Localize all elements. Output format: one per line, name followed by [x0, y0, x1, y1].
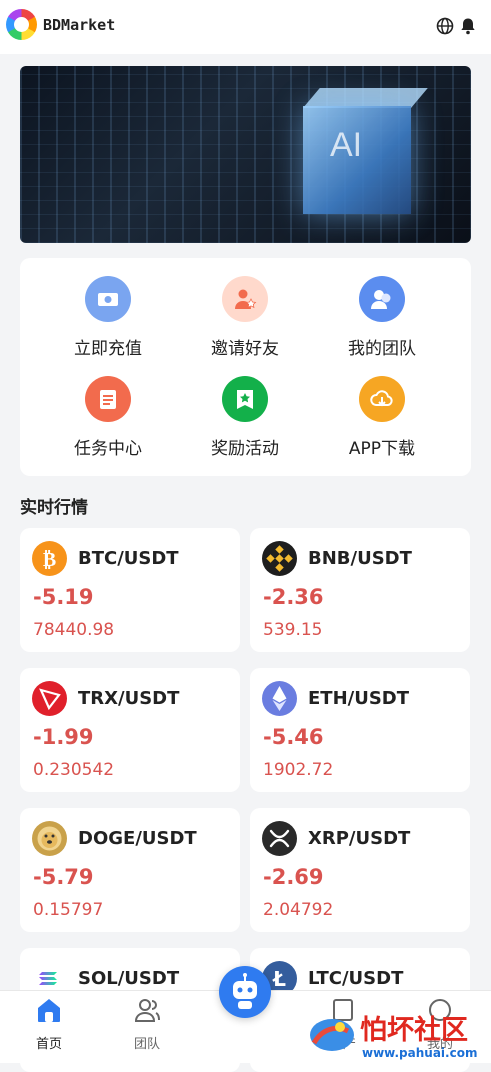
- team-tab-icon: [134, 999, 160, 1022]
- menu-label: 立即充值: [74, 339, 142, 359]
- price-change: -5.19: [33, 585, 94, 609]
- price-change: -2.69: [263, 865, 324, 889]
- invite-icon: [222, 276, 268, 322]
- tab-label: 团队: [133, 1037, 160, 1052]
- svg-text:₿: ₿: [43, 547, 56, 571]
- svg-text:www.pahuai.com: www.pahuai.com: [362, 1046, 477, 1060]
- brand-logo: [6, 9, 37, 40]
- market-card-bnb[interactable]: BNB/USDT -2.36 539.15: [250, 528, 470, 652]
- menu-item-invite[interactable]: 邀请好友: [170, 276, 320, 359]
- menu-item-team[interactable]: 我的团队: [307, 276, 457, 359]
- last-price: 539.15: [263, 620, 323, 640]
- quick-menu: 立即充值 邀请好友 我的团队 任务中心 奖励活动 APP下载: [20, 258, 471, 476]
- doge-icon: [32, 821, 67, 856]
- market-card-trx[interactable]: TRX/USDT -1.99 0.230542: [20, 668, 240, 792]
- pair-name: SOL/USDT: [78, 968, 180, 989]
- top-header: BDMarket: [0, 0, 491, 54]
- last-price: 1902.72: [263, 760, 334, 780]
- menu-label: 任务中心: [74, 439, 142, 459]
- watermark-logo: 怕坏社区 www.pahuai.com: [310, 1014, 477, 1060]
- banner-cube-text: AI: [330, 126, 363, 164]
- tab-label: 首页: [35, 1037, 62, 1052]
- market-card-btc[interactable]: ₿ BTC/USDT -5.19 78440.98: [20, 528, 240, 652]
- menu-label: APP下载: [348, 439, 416, 459]
- eth-icon: [262, 681, 297, 716]
- tab-team[interactable]: 团队: [107, 997, 187, 1052]
- svg-text:怕坏社区: 怕坏社区: [360, 1014, 468, 1046]
- reward-icon: [222, 376, 268, 422]
- menu-item-task-center[interactable]: 任务中心: [33, 376, 183, 459]
- menu-label: 邀请好友: [211, 339, 279, 359]
- menu-label: 我的团队: [348, 339, 416, 359]
- robot-icon: [233, 973, 257, 1009]
- menu-item-deposit[interactable]: 立即充值: [33, 276, 183, 359]
- market-section-title: 实时行情: [20, 498, 88, 518]
- last-price: 0.230542: [33, 760, 115, 780]
- promo-banner[interactable]: AI: [20, 66, 471, 243]
- download-icon: [359, 376, 405, 422]
- btc-icon: ₿: [32, 541, 67, 576]
- robot-assistant-button[interactable]: [219, 966, 271, 1018]
- last-price: 78440.98: [33, 620, 115, 640]
- pair-name: ETH/USDT: [308, 688, 410, 709]
- market-card-xrp[interactable]: XRP/USDT -2.69 2.04792: [250, 808, 470, 932]
- home-icon: [38, 999, 60, 1022]
- deposit-icon: [85, 276, 131, 322]
- pair-name: XRP/USDT: [308, 828, 411, 849]
- banner-cube-top: [303, 88, 428, 108]
- price-change: -1.99: [33, 725, 94, 749]
- menu-label: 奖励活动: [211, 439, 279, 459]
- last-price: 0.15797: [33, 900, 104, 920]
- team-icon: [359, 276, 405, 322]
- trx-icon: [32, 681, 67, 716]
- bnb-icon: [262, 541, 297, 576]
- tab-home[interactable]: 首页: [9, 997, 89, 1052]
- task-icon: [85, 376, 131, 422]
- brand-name: BDMarket: [43, 16, 116, 34]
- pair-name: BTC/USDT: [78, 548, 179, 569]
- price-change: -5.46: [263, 725, 324, 749]
- pair-name: LTC/USDT: [308, 968, 404, 989]
- svg-text:Ł: Ł: [272, 967, 286, 991]
- bell-icon[interactable]: [459, 17, 477, 35]
- pair-name: BNB/USDT: [308, 548, 412, 569]
- last-price: 2.04792: [263, 900, 334, 920]
- globe-icon[interactable]: [436, 17, 454, 35]
- market-card-eth[interactable]: ETH/USDT -5.46 1902.72: [250, 668, 470, 792]
- xrp-icon: [262, 821, 297, 856]
- pair-name: TRX/USDT: [78, 688, 180, 709]
- price-change: -2.36: [263, 585, 324, 609]
- menu-item-rewards[interactable]: 奖励活动: [170, 376, 320, 459]
- price-change: -5.79: [33, 865, 94, 889]
- pair-name: DOGE/USDT: [78, 828, 197, 849]
- market-card-doge[interactable]: DOGE/USDT -5.79 0.15797: [20, 808, 240, 932]
- menu-item-app-download[interactable]: APP下载: [307, 376, 457, 459]
